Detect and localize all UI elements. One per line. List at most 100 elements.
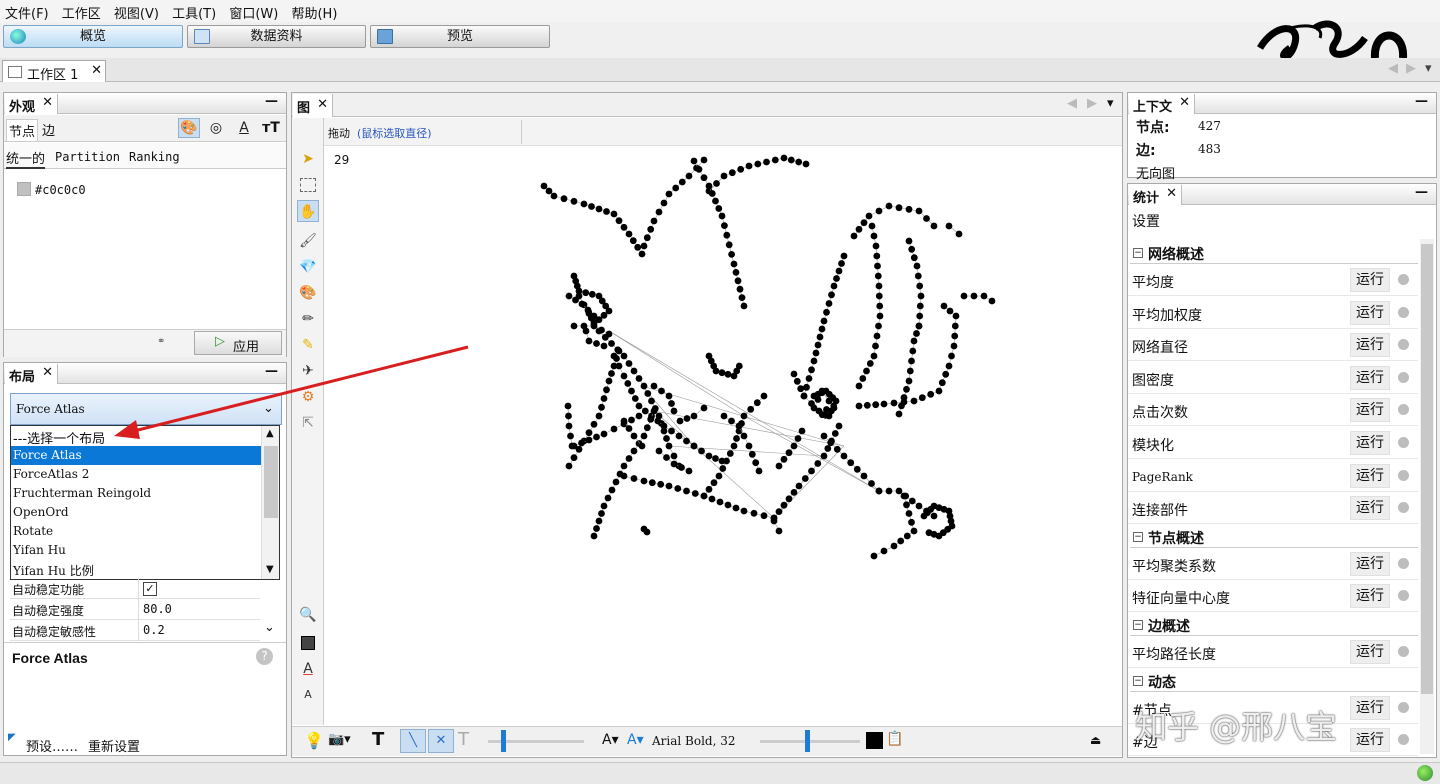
graph-node[interactable] bbox=[650, 382, 658, 390]
graph-node[interactable] bbox=[750, 509, 758, 517]
graph-node[interactable] bbox=[748, 450, 756, 458]
graph-node[interactable] bbox=[540, 182, 548, 190]
graph-node[interactable] bbox=[814, 460, 822, 467]
graph-node[interactable] bbox=[916, 302, 924, 310]
graph-node[interactable] bbox=[905, 510, 913, 517]
graph-node[interactable] bbox=[628, 416, 635, 424]
graph-node[interactable] bbox=[565, 412, 572, 420]
graph-node[interactable] bbox=[570, 197, 578, 205]
graph-node[interactable] bbox=[868, 480, 875, 487]
graph-node[interactable] bbox=[678, 178, 686, 186]
graph-node[interactable] bbox=[916, 282, 924, 290]
layout-option[interactable]: Yifan Hu 比例 bbox=[11, 560, 261, 579]
appearance-tab[interactable]: 外观 ✕ bbox=[5, 94, 59, 115]
graph-node[interactable] bbox=[631, 395, 639, 402]
graph-node[interactable] bbox=[801, 475, 809, 482]
graph-node[interactable] bbox=[678, 464, 685, 471]
brush-icon[interactable]: 🖌 bbox=[297, 230, 319, 252]
graph-node[interactable] bbox=[587, 314, 595, 322]
graph-node[interactable] bbox=[833, 445, 841, 453]
graph-node[interactable] bbox=[590, 532, 598, 540]
graph-node[interactable] bbox=[716, 498, 724, 506]
graph-node[interactable] bbox=[585, 436, 593, 444]
slider-thumb[interactable] bbox=[805, 730, 810, 752]
stats-section-header[interactable]: − 节点概述 bbox=[1130, 528, 1418, 548]
graph-node[interactable] bbox=[830, 282, 838, 290]
graph-node[interactable] bbox=[874, 262, 881, 270]
graph-node[interactable] bbox=[824, 445, 832, 452]
graph-node[interactable] bbox=[728, 251, 735, 258]
graph-node[interactable] bbox=[875, 292, 883, 300]
edge-color-icon[interactable]: ✕ bbox=[428, 729, 454, 753]
menu-workspace[interactable]: 工作区 bbox=[57, 0, 105, 22]
menu-file[interactable]: 文件(F) bbox=[0, 0, 53, 22]
graph-node[interactable] bbox=[567, 432, 574, 440]
graph-node[interactable] bbox=[610, 362, 618, 370]
graph-node[interactable] bbox=[732, 269, 740, 276]
graph-node[interactable] bbox=[855, 225, 863, 233]
graph-node[interactable] bbox=[613, 355, 620, 362]
graph-node[interactable] bbox=[808, 366, 815, 374]
graph-node[interactable] bbox=[604, 494, 612, 502]
graph-node[interactable] bbox=[875, 207, 883, 215]
info-icon[interactable] bbox=[1398, 734, 1409, 746]
graph-node[interactable] bbox=[700, 174, 708, 182]
graph-node[interactable] bbox=[780, 501, 788, 509]
minimize-icon[interactable]: — bbox=[1415, 185, 1428, 200]
run-button[interactable]: 运行 bbox=[1350, 300, 1390, 325]
graph-node[interactable] bbox=[868, 222, 876, 230]
graph-node[interactable] bbox=[600, 342, 608, 350]
mode-unique[interactable]: 统一的 bbox=[6, 148, 46, 169]
graph-node[interactable] bbox=[598, 510, 605, 517]
graph-node[interactable] bbox=[648, 397, 655, 405]
info-icon[interactable] bbox=[1398, 306, 1409, 318]
eject-icon[interactable]: ⏏ bbox=[1090, 733, 1101, 747]
graph-node[interactable] bbox=[620, 417, 628, 425]
dropdown-icon[interactable]: ▾ bbox=[1425, 61, 1432, 76]
graph-node[interactable] bbox=[700, 404, 708, 412]
graph-node[interactable] bbox=[585, 429, 593, 437]
graph-node[interactable] bbox=[903, 532, 911, 540]
graph-node[interactable] bbox=[872, 242, 880, 250]
font-decrease-icon[interactable]: A▾ bbox=[602, 732, 619, 748]
menu-tools[interactable]: 工具(T) bbox=[167, 0, 220, 22]
graph-node[interactable] bbox=[590, 420, 598, 428]
graph-node[interactable] bbox=[585, 308, 593, 316]
preview-button[interactable]: 预览 bbox=[370, 25, 550, 48]
graph-node[interactable] bbox=[820, 452, 828, 460]
graph-node[interactable] bbox=[897, 537, 905, 545]
graph-node[interactable] bbox=[625, 455, 633, 462]
font-label[interactable]: Arial Bold, 32 bbox=[652, 734, 736, 748]
graph-node[interactable] bbox=[895, 410, 903, 418]
scroll-right-icon[interactable]: ▶ bbox=[1406, 61, 1416, 76]
info-icon[interactable] bbox=[1398, 557, 1409, 569]
graph-node[interactable] bbox=[640, 382, 648, 390]
graph-node[interactable] bbox=[654, 417, 662, 425]
graph-node[interactable] bbox=[658, 387, 665, 395]
graph-node[interactable] bbox=[787, 156, 795, 164]
scroll-thumb[interactable] bbox=[1421, 244, 1433, 694]
close-icon[interactable]: ✕ bbox=[42, 95, 53, 110]
graph-node[interactable] bbox=[585, 337, 593, 345]
graph-node[interactable] bbox=[588, 203, 595, 210]
label-color-icon[interactable]: A bbox=[297, 658, 319, 680]
run-button[interactable]: 运行 bbox=[1350, 365, 1390, 390]
graph-node[interactable] bbox=[890, 542, 898, 550]
menu-window[interactable]: 窗口(W) bbox=[224, 0, 282, 22]
graph-node[interactable] bbox=[624, 380, 632, 387]
label-size-icon[interactable]: A bbox=[297, 684, 319, 706]
graph-node[interactable] bbox=[795, 482, 803, 490]
run-button[interactable]: 运行 bbox=[1350, 584, 1390, 609]
graph-node[interactable] bbox=[890, 399, 898, 407]
label-color-icon[interactable]: A bbox=[233, 118, 255, 138]
graph-node[interactable] bbox=[598, 326, 605, 334]
graph-node[interactable] bbox=[812, 349, 820, 357]
graph-node[interactable] bbox=[825, 300, 833, 307]
graph-node[interactable] bbox=[818, 325, 826, 333]
graph-node[interactable] bbox=[712, 455, 719, 462]
graph-node[interactable] bbox=[635, 402, 643, 410]
graph-node[interactable] bbox=[885, 487, 893, 495]
run-button[interactable]: 运行 bbox=[1350, 431, 1390, 455]
graph-node[interactable] bbox=[603, 208, 610, 215]
close-icon[interactable]: ✕ bbox=[1166, 186, 1177, 201]
